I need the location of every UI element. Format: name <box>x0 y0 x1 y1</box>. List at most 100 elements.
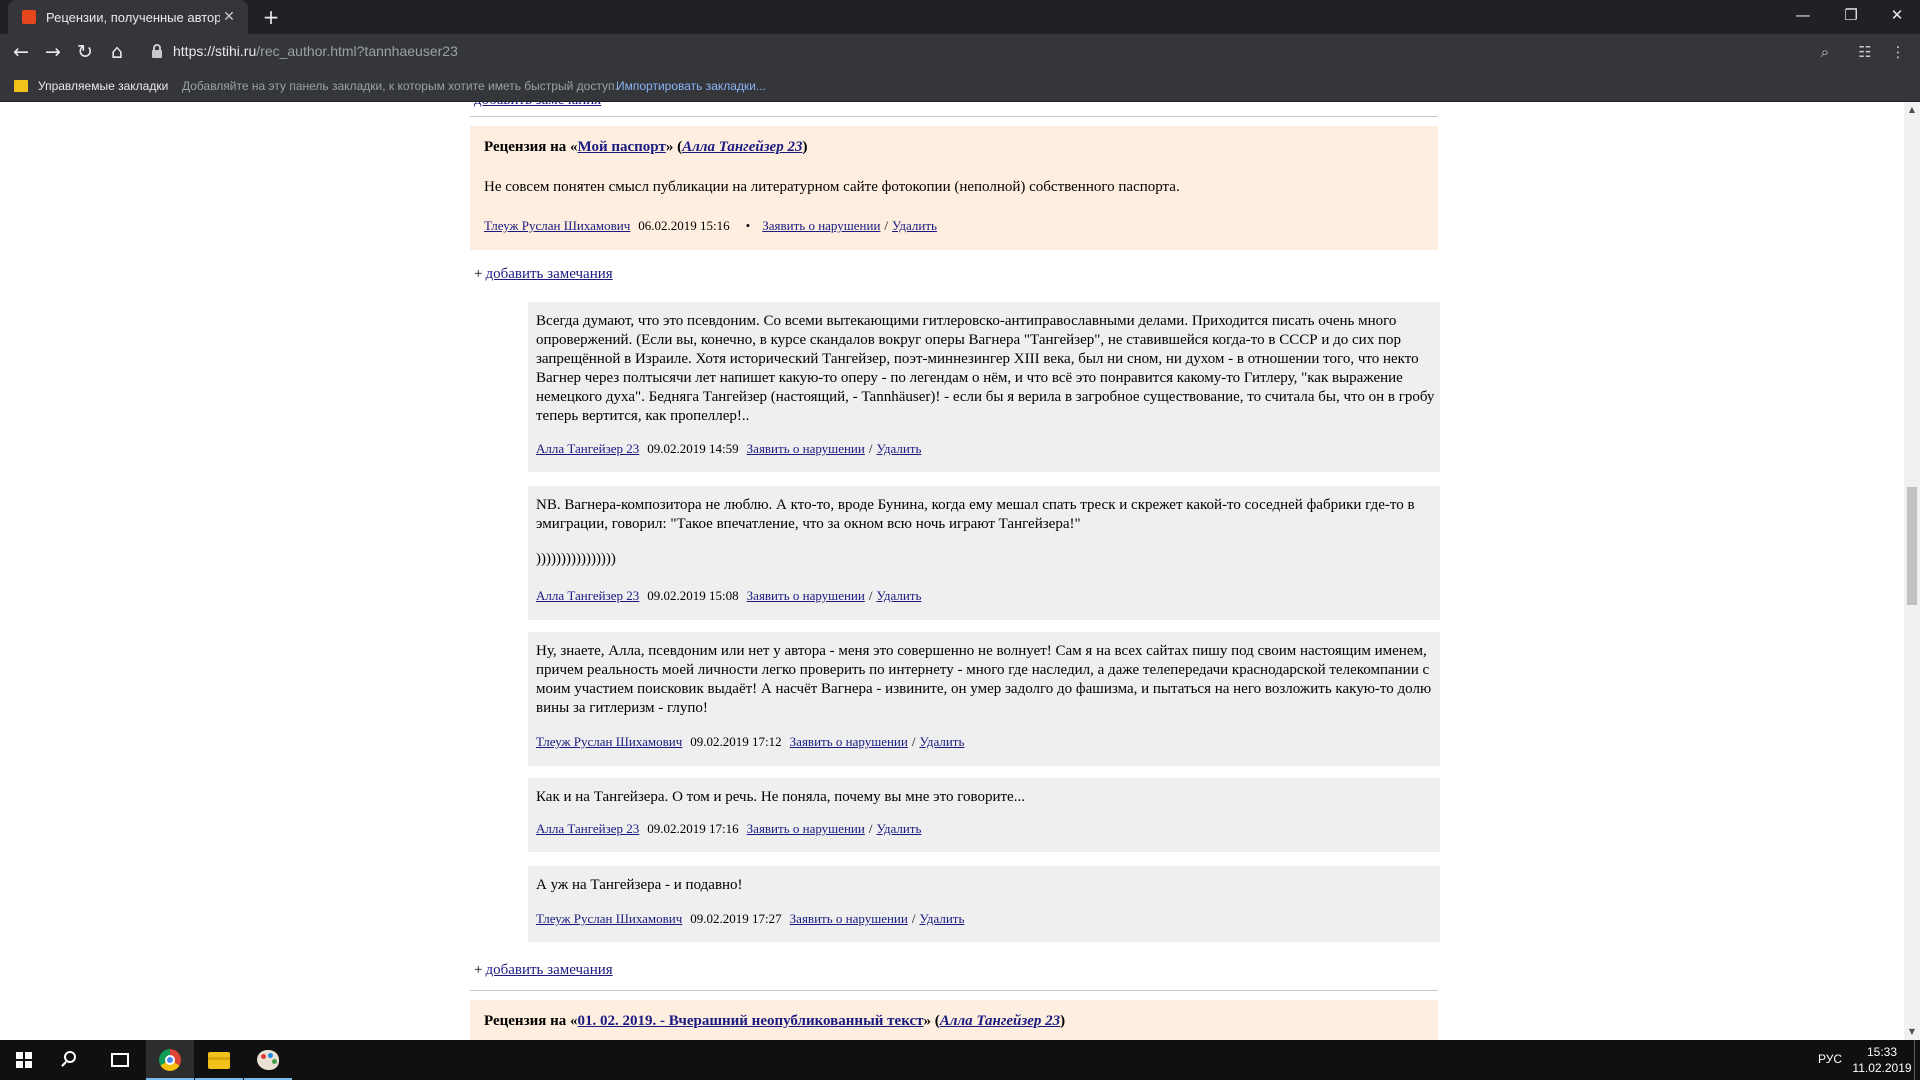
reply-author-link[interactable]: Алла Тангейзер 23 <box>536 441 639 456</box>
reply-meta: Тлеуж Руслан Шихамович 09.02.2019 17:12 За… <box>536 734 964 750</box>
search-button[interactable] <box>48 1040 96 1080</box>
reply-text: NB. Вагнера-композитора не люблю. А кто-… <box>536 497 1415 532</box>
reply-meta: Тлеуж Руслан Шихамович 09.02.2019 17:27 За… <box>536 911 964 927</box>
show-desktop-button[interactable] <box>1914 1040 1915 1080</box>
reply-date: 09.02.2019 15:08 <box>647 588 739 603</box>
review-meta: Тлеуж Руслан Шихамович 06.02.2019 15:16 • З… <box>484 218 937 234</box>
review-work-title-link[interactable]: 01. 02. 2019. - Вчерашний неопубликованн… <box>578 1013 924 1029</box>
reply-author-link[interactable]: Тлеуж Руслан Шихамович <box>536 734 682 749</box>
delete-link[interactable]: Удалить <box>892 218 937 233</box>
reload-button[interactable]: ↻ <box>71 38 99 66</box>
new-tab-button[interactable]: + <box>258 4 284 30</box>
divider <box>470 990 1438 991</box>
browser-tab-active[interactable]: Рецензии, полученные автором ✕ <box>8 0 248 34</box>
add-notes-link[interactable]: добавить замечания <box>474 102 601 108</box>
back-button[interactable]: ← <box>7 38 35 66</box>
chrome-icon <box>159 1049 181 1071</box>
review-suffix: ) <box>1060 1013 1066 1029</box>
reply-meta: Алла Тангейзер 23 09.02.2019 17:16 Заявить… <box>536 821 921 837</box>
reply-card: Ну, знаете, Алла, псевдоним или нет у ав… <box>528 632 1440 766</box>
delete-link[interactable]: Удалить <box>876 588 921 603</box>
browser-toolbar: ← → ↻ ⌂ https://stihi.ru/rec_author.html… <box>0 34 1920 70</box>
task-view-button[interactable] <box>96 1040 144 1080</box>
review-mid: » ( <box>923 1013 940 1029</box>
scrollbar-thumb[interactable] <box>1907 487 1917 605</box>
meta-slash: / <box>911 734 916 749</box>
add-notes[interactable]: + добавить замечания <box>474 266 613 283</box>
add-notes-link[interactable]: добавить замечания <box>485 266 612 282</box>
reply-text: Всегда думают, что это псевдоним. Со все… <box>536 313 1435 424</box>
lock-icon[interactable] <box>152 44 162 58</box>
review-prefix: Рецензия на « <box>484 139 578 155</box>
reply-date: 09.02.2019 17:16 <box>647 821 739 836</box>
input-language-indicator[interactable]: РУС <box>1818 1052 1842 1066</box>
reply-author-link[interactable]: Алла Тангейзер 23 <box>536 588 639 603</box>
scroll-down-arrow-icon[interactable]: ▼ <box>1904 1024 1920 1040</box>
reviewer-link[interactable]: Тлеуж Руслан Шихамович <box>484 218 630 233</box>
minimize-window-button[interactable]: — <box>1780 0 1826 30</box>
report-violation-link[interactable]: Заявить о нарушении <box>790 911 908 926</box>
import-bookmarks-link[interactable]: Импортировать закладки... <box>616 79 766 93</box>
plus-icon: + <box>474 266 483 282</box>
system-clock[interactable]: 15:33 11.02.2019 <box>1852 1044 1912 1076</box>
report-violation-link[interactable]: Заявить о нарушении <box>747 821 865 836</box>
add-notes[interactable]: + добавить замечания <box>474 962 613 979</box>
paint-taskbar-button[interactable] <box>244 1040 292 1080</box>
paint-palette-icon <box>257 1050 279 1070</box>
delete-link[interactable]: Удалить <box>919 734 964 749</box>
reply-date: 09.02.2019 17:27 <box>690 911 782 926</box>
report-violation-link[interactable]: Заявить о нарушении <box>762 218 880 233</box>
start-button[interactable] <box>0 1040 48 1080</box>
bookmarks-hint: Добавляйте на эту панель закладки, к кот… <box>182 79 618 93</box>
extension-icon[interactable]: ☷ <box>1853 40 1877 64</box>
review-author-link[interactable]: Алла Тангейзер 23 <box>940 1013 1060 1029</box>
meta-slash: / <box>868 441 873 456</box>
bookmarks-bar: Управляемые закладки Добавляйте на эту п… <box>0 70 1920 102</box>
delete-link[interactable]: Удалить <box>876 821 921 836</box>
address-bar[interactable]: https://stihi.ru/rec_author.html?tannhae… <box>173 43 458 59</box>
close-window-button[interactable]: ✕ <box>1874 0 1920 30</box>
reply-card: NB. Вагнера-композитора не люблю. А кто-… <box>528 486 1440 620</box>
reply-author-link[interactable]: Алла Тангейзер 23 <box>536 821 639 836</box>
site-favicon-icon <box>22 10 36 24</box>
chrome-taskbar-button[interactable] <box>146 1040 194 1080</box>
add-notes-link[interactable]: добавить замечания <box>485 962 612 978</box>
reply-date: 09.02.2019 14:59 <box>647 441 739 456</box>
task-view-icon <box>111 1053 129 1067</box>
report-violation-link[interactable]: Заявить о нарушении <box>790 734 908 749</box>
close-tab-icon[interactable]: ✕ <box>220 9 238 25</box>
report-violation-link[interactable]: Заявить о нарушении <box>747 588 865 603</box>
review-text: Не совсем понятен смысл публикации на ли… <box>484 179 1180 195</box>
add-notes-link-partial[interactable]: добавить замечания <box>474 102 601 109</box>
report-violation-link[interactable]: Заявить о нарушении <box>747 441 865 456</box>
meta-dot: • <box>745 218 751 233</box>
forward-button[interactable]: → <box>39 38 67 66</box>
review-card: Рецензия на «Мой паспорт» (Алла Тангейзе… <box>470 126 1438 250</box>
reply-card: А уж на Тангейзера - и подавно! Тлеуж Ру… <box>528 866 1440 942</box>
restore-window-button[interactable]: ❐ <box>1828 0 1874 30</box>
review-author-link[interactable]: Алла Тангейзер 23 <box>682 139 802 155</box>
review-date: 06.02.2019 15:16 <box>638 218 730 233</box>
windows-taskbar: РУС 15:33 11.02.2019 <box>0 1040 1920 1080</box>
menu-kebab-icon[interactable]: ⋮ <box>1886 40 1910 64</box>
meta-slash: / <box>868 588 873 603</box>
delete-link[interactable]: Удалить <box>919 911 964 926</box>
divider <box>470 116 1438 117</box>
review-suffix: ) <box>802 139 808 155</box>
review-work-title-link[interactable]: Мой паспорт <box>578 139 666 155</box>
file-explorer-taskbar-button[interactable] <box>195 1040 243 1080</box>
bookmark-folder-icon <box>14 80 28 92</box>
reply-card: Всегда думают, что это псевдоним. Со все… <box>528 302 1440 472</box>
meta-slash: / <box>911 911 916 926</box>
managed-bookmarks[interactable]: Управляемые закладки <box>38 79 168 93</box>
clock-date: 11.02.2019 <box>1852 1061 1912 1075</box>
zoom-search-icon[interactable]: ⌕ <box>1813 40 1837 64</box>
page-scrollbar[interactable]: ▲ ▼ <box>1904 102 1920 1040</box>
scroll-up-arrow-icon[interactable]: ▲ <box>1904 102 1920 118</box>
reply-author-link[interactable]: Тлеуж Руслан Шихамович <box>536 911 682 926</box>
home-button[interactable]: ⌂ <box>103 38 131 66</box>
delete-link[interactable]: Удалить <box>876 441 921 456</box>
meta-slash: / <box>884 218 889 233</box>
browser-titlebar: Рецензии, полученные автором ✕ + — ❐ ✕ <box>0 0 1920 34</box>
page-viewport: добавить замечания Рецензия на «Мой пасп… <box>0 102 1904 1040</box>
